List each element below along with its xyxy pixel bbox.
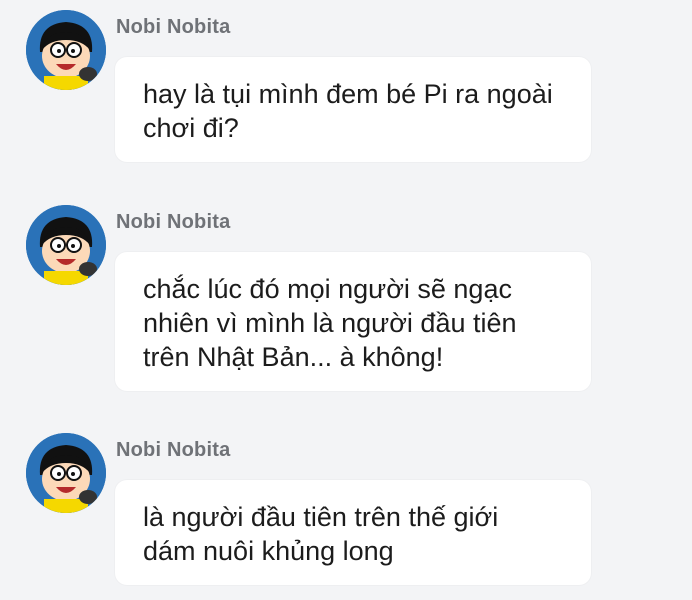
message-text: chắc lúc đó mọi người sẽ ngạc nhiên vì m… [143, 274, 517, 372]
sender-name: Nobi Nobita [116, 211, 231, 233]
nobita-avatar-icon [26, 433, 106, 513]
nobita-avatar-icon [26, 10, 106, 90]
message-text: là người đầu tiên trên thế giới dám nuôi… [143, 502, 499, 566]
message-bubble: là người đầu tiên trên thế giới dám nuôi… [115, 480, 591, 585]
avatar[interactable] [26, 205, 106, 285]
avatar[interactable] [26, 10, 106, 90]
sender-name: Nobi Nobita [116, 439, 231, 461]
message-bubble: chắc lúc đó mọi người sẽ ngạc nhiên vì m… [115, 252, 591, 391]
message-bubble: hay là tụi mình đem bé Pi ra ngoài chơi … [115, 57, 591, 162]
message-text: hay là tụi mình đem bé Pi ra ngoài chơi … [143, 79, 553, 143]
avatar[interactable] [26, 433, 106, 513]
sender-name: Nobi Nobita [116, 16, 231, 38]
nobita-avatar-icon [26, 205, 106, 285]
